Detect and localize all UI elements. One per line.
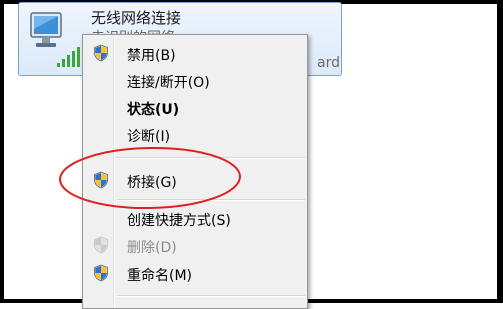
menu-item-label: 状态(U)	[127, 102, 180, 118]
menu-item-diagnose[interactable]: 诊断(I)	[85, 122, 305, 146]
menu-separator	[117, 199, 305, 201]
menu-item-label: 连接/断开(O)	[127, 75, 210, 91]
menu-item-label: 重命名(M)	[127, 268, 193, 284]
menu-item-label: 桥接(G)	[127, 175, 177, 191]
frame-left-border	[0, 0, 4, 303]
menu-item-disable[interactable]: 禁用(B)	[85, 41, 305, 65]
frame-right-border	[497, 0, 503, 303]
menu-separator	[117, 157, 305, 159]
menu-item-rename[interactable]: 重命名(M)	[85, 261, 305, 285]
menu-separator	[117, 295, 305, 297]
wireless-network-icon	[30, 12, 80, 67]
menu-item-connect-disconnect[interactable]: 连接/断开(O)	[85, 68, 305, 92]
shield-icon	[94, 236, 108, 254]
context-menu: 禁用(B) 连接/断开(O) 状态(U) 诊断(I) 桥接(G) 创建快捷方式(…	[82, 34, 308, 309]
menu-item-label: 禁用(B)	[127, 48, 176, 64]
menu-item-label: 诊断(I)	[127, 129, 171, 145]
shield-icon	[94, 44, 108, 62]
menu-item-label: 创建快捷方式(S)	[127, 213, 231, 229]
menu-item-delete[interactable]: 删除(D)	[85, 233, 305, 257]
menu-item-create-shortcut[interactable]: 创建快捷方式(S)	[85, 206, 305, 230]
menu-item-bridge[interactable]: 桥接(G)	[85, 168, 305, 192]
adapter-name-fragment: ard	[317, 55, 340, 71]
shield-icon	[94, 264, 108, 282]
shield-icon	[94, 171, 108, 189]
menu-item-label: 删除(D)	[127, 240, 177, 256]
connection-name: 无线网络连接	[91, 9, 182, 27]
menu-item-status[interactable]: 状态(U)	[85, 95, 305, 119]
